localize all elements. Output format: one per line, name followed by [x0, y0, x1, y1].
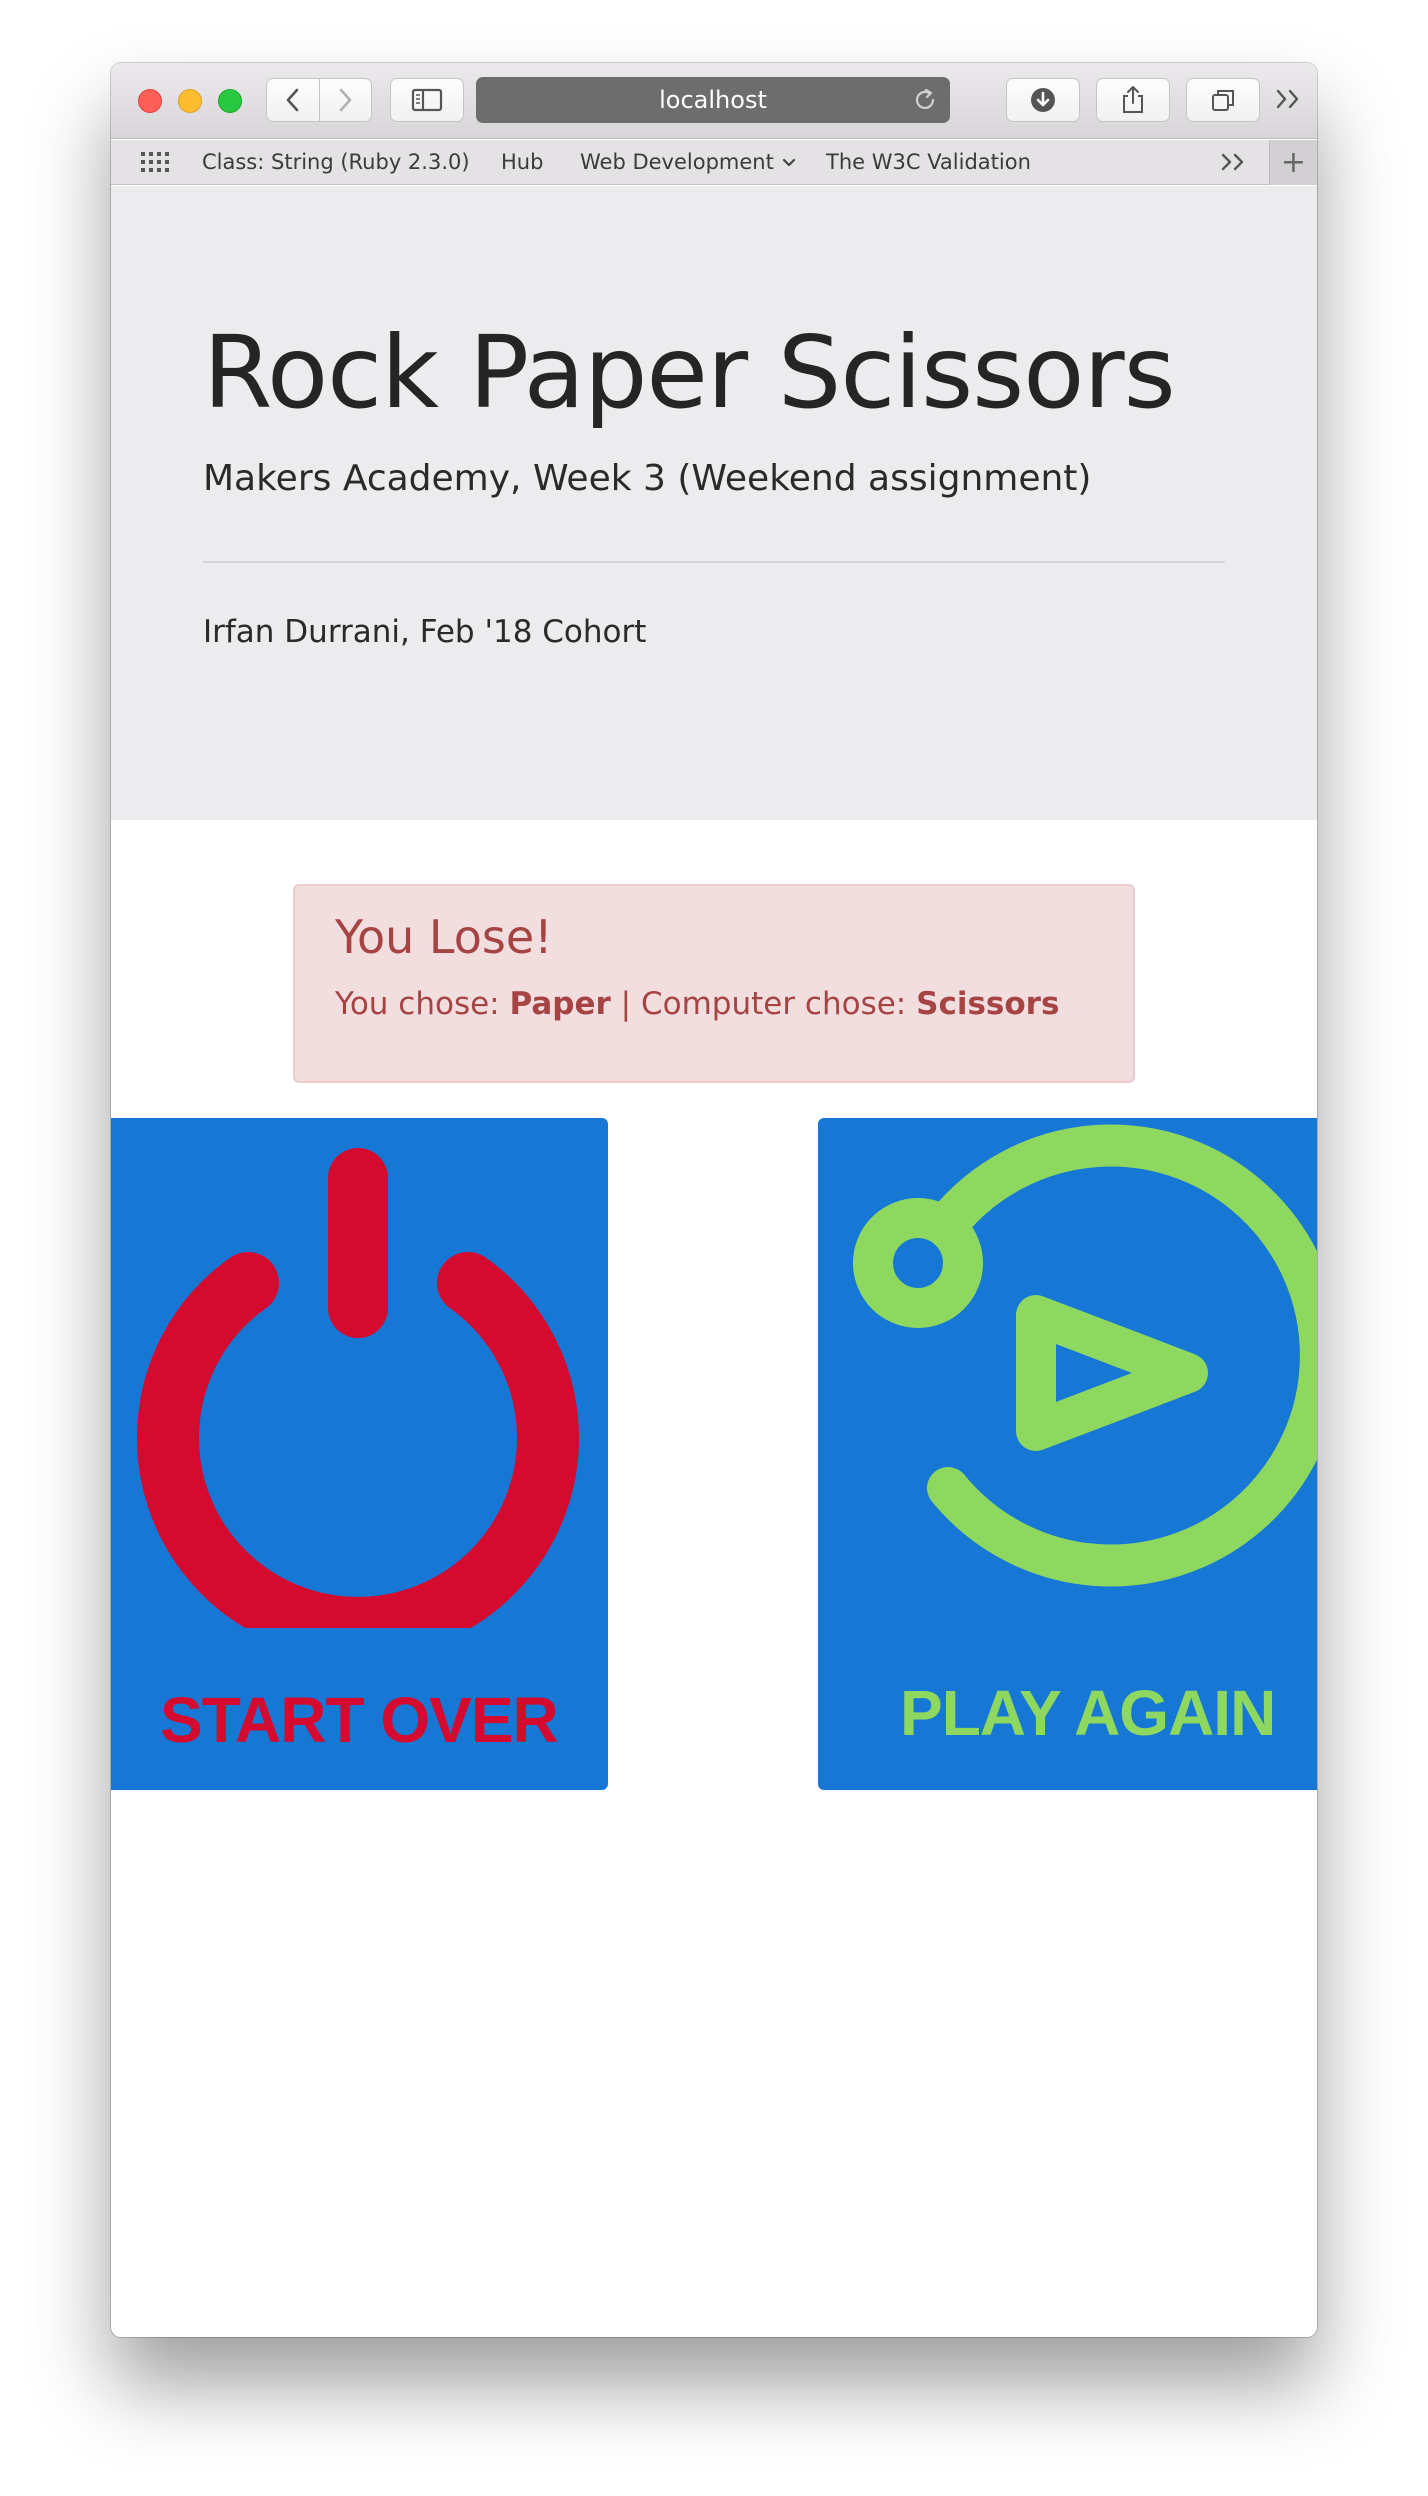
bookmark-hub[interactable]: Hub — [501, 150, 543, 174]
apps-grid-icon[interactable] — [139, 150, 169, 179]
replay-icon — [853, 1124, 1317, 1587]
navigation-buttons — [266, 78, 372, 122]
minimize-window-button[interactable] — [178, 89, 202, 113]
you-chose-label: You chose: — [335, 986, 500, 1022]
bookmark-folder-label: Web Development — [580, 150, 774, 174]
browser-window: localhost Class: String (Ruby 2.3.0) Hub… — [111, 63, 1317, 2337]
address-bar[interactable]: localhost — [476, 77, 950, 123]
result-separator: | — [620, 986, 632, 1022]
power-icon — [137, 1148, 579, 1628]
page-title: Rock Paper Scissors — [203, 314, 1176, 431]
tabs-icon — [1212, 90, 1234, 111]
toolbar-overflow-icon[interactable] — [1274, 85, 1304, 118]
share-icon — [1123, 86, 1143, 113]
page-header: Rock Paper Scissors Makers Academy, Week… — [111, 186, 1317, 820]
address-bar-text: localhost — [659, 86, 767, 114]
browser-toolbar: localhost — [111, 63, 1317, 139]
play-again-label: PLAY AGAIN — [900, 1677, 1276, 1749]
plus-icon: + — [1280, 145, 1307, 180]
player-choice: Paper — [509, 986, 611, 1022]
chevron-right-icon — [339, 88, 352, 112]
author-credit: Irfan Durrani, Feb '18 Cohort — [203, 614, 647, 650]
chevron-down-icon — [782, 158, 795, 167]
bookmark-web-development[interactable]: Web Development — [580, 150, 797, 174]
back-button[interactable] — [267, 79, 319, 121]
reload-icon[interactable] — [912, 87, 938, 119]
bookmarks-bar: Class: String (Ruby 2.3.0) Hub Web Devel… — [111, 140, 1317, 185]
result-details: You chose: Paper | Computer chose: Sciss… — [335, 986, 1059, 1022]
page-subtitle: Makers Academy, Week 3 (Weekend assignme… — [203, 458, 1092, 499]
computer-choice: Scissors — [916, 986, 1060, 1022]
header-divider — [203, 561, 1225, 563]
close-window-button[interactable] — [138, 89, 162, 113]
zoom-window-button[interactable] — [218, 89, 242, 113]
start-over-button[interactable]: START OVER — [111, 1118, 608, 1790]
sidebar-icon — [411, 88, 443, 112]
start-over-label: START OVER — [160, 1684, 559, 1756]
download-icon — [1031, 88, 1055, 112]
bookmark-w3c-validation[interactable]: The W3C Validation — [826, 150, 1031, 174]
new-tab-button[interactable]: + — [1269, 140, 1317, 185]
downloads-button[interactable] — [1006, 78, 1080, 122]
sidebar-toggle-button[interactable] — [390, 78, 464, 122]
tabs-overview-button[interactable] — [1186, 78, 1260, 122]
bookmarks-overflow-icon[interactable] — [1219, 149, 1249, 180]
computer-chose-label: Computer chose: — [640, 986, 907, 1022]
forward-button[interactable] — [318, 79, 372, 121]
chevron-left-icon — [286, 88, 299, 112]
bookmark-ruby-string[interactable]: Class: String (Ruby 2.3.0) — [202, 150, 470, 174]
result-alert: You Lose! You chose: Paper | Computer ch… — [293, 884, 1135, 1083]
play-again-button[interactable]: PLAY AGAIN — [818, 1118, 1317, 1790]
result-heading: You Lose! — [335, 910, 553, 964]
share-button[interactable] — [1096, 78, 1170, 122]
